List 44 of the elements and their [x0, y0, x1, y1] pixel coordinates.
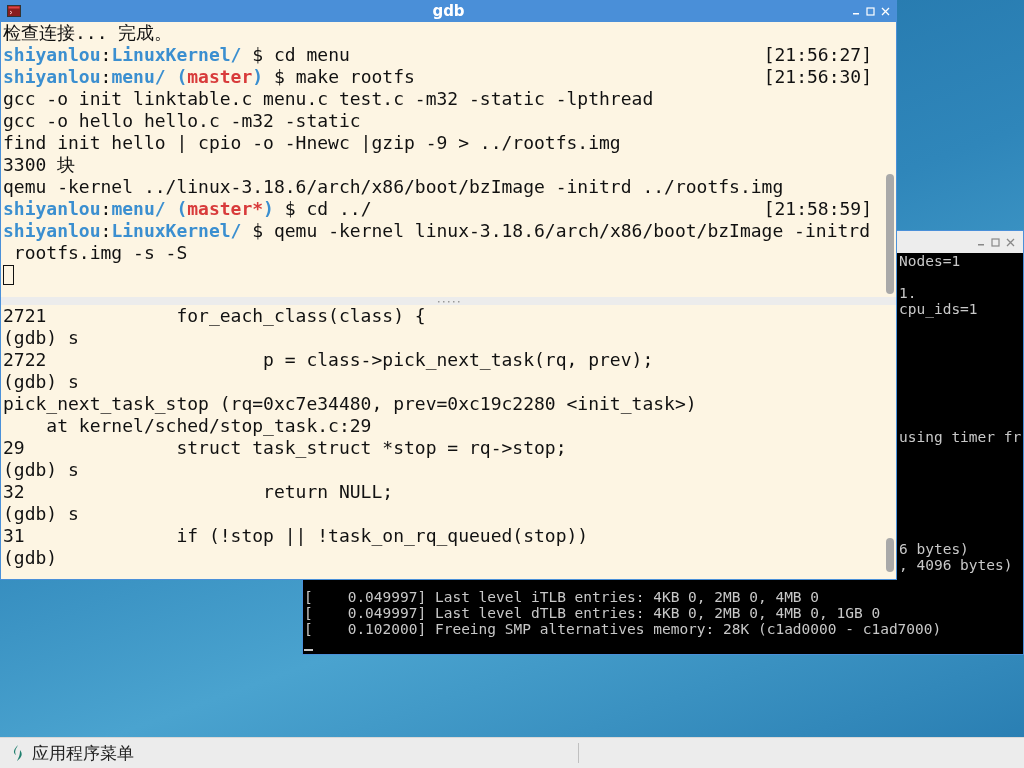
- terminal-line: 2722 p = class->pick_next_task(rq, prev);: [3, 349, 654, 371]
- scrollbar-thumb[interactable]: [886, 174, 894, 294]
- terminal-line: 2721 for_each_class(class) {: [3, 305, 426, 327]
- maximize-icon[interactable]: [991, 237, 1000, 247]
- terminal-line: (gdb) s: [3, 503, 79, 525]
- console-line: [ 0.049997] Last level iTLB entries: 4KB 0, 2MB 0, 4MB 0: [304, 589, 820, 605]
- terminal-line: (gdb) s: [3, 459, 79, 481]
- timestamp: [21:58:59]: [763, 198, 872, 220]
- terminal-line: 29 struct task_struct *stop = rq->stop;: [3, 437, 567, 459]
- console-line: 1.: [899, 285, 917, 301]
- leaf-icon: [12, 744, 24, 762]
- terminal-line: rootfs.img -s -S: [12, 242, 188, 264]
- terminal-line: gcc -o init linktable.c menu.c test.c -m32 -static -lpthread: [3, 88, 654, 110]
- window-title: gdb: [432, 2, 465, 20]
- close-icon[interactable]: [1006, 237, 1015, 247]
- console-line: 6 bytes): [899, 541, 969, 557]
- terminal-line: (gdb) s: [3, 327, 79, 349]
- console-line: [ 0.102000] Freeing SMP alternatives memory: 28K (c1ad0000 - c1ad7000): [304, 621, 942, 637]
- terminal-line: 3300 块: [3, 154, 76, 176]
- console-line: using timer fr: [899, 429, 1022, 445]
- terminal-icon: [7, 5, 21, 17]
- prompt-line: shiyanlou:menu/ (master*) $ cd ../: [3, 198, 372, 220]
- console-line: [ 0.049997] Last level dTLB entries: 4KB 0, 2MB 0, 4MB 0, 1GB 0: [304, 605, 881, 621]
- console-line: cpu_ids=1: [899, 301, 978, 317]
- terminal-line: 检查连接... 完成。: [3, 22, 173, 44]
- terminal-line: 31 if (!stop || !task_on_rq_queued(stop)): [3, 525, 589, 547]
- console-line: , 4096 bytes): [899, 557, 1013, 573]
- cursor-icon: [3, 265, 14, 285]
- scrollbar-thumb[interactable]: [886, 538, 894, 572]
- terminal-line: pick_next_task_stop (rq=0xc7e34480, prev=0xc19c2280 <init_task>): [3, 393, 697, 415]
- terminal-line: find init hello | cpio -o -Hnewc |gzip -9 > ../rootfs.img: [3, 132, 621, 154]
- prompt-line: shiyanlou:menu/ (master) $ make rootfs: [3, 66, 415, 88]
- console-line: Nodes=1: [899, 253, 961, 269]
- terminal-line: gcc -o hello hello.c -m32 -static: [3, 110, 361, 132]
- terminal-line: (gdb): [3, 547, 58, 569]
- terminal-line: at kernel/sched/stop_task.c:29: [45, 415, 372, 437]
- timestamp: [21:56:27]: [763, 44, 872, 66]
- cursor-icon: [304, 649, 313, 651]
- terminal-line: qemu -kernel ../linux-3.18.6/arch/x86/boot/bzImage -initrd ../rootfs.img: [3, 176, 784, 198]
- prompt-line: shiyanlou:LinuxKernel/ $ cd menu: [3, 44, 350, 66]
- terminal-line: 32 return NULL;: [3, 481, 394, 503]
- terminal-line: (gdb) s: [3, 371, 79, 393]
- timestamp: [21:56:30]: [763, 66, 872, 88]
- prompt-line: shiyanlou:LinuxKernel/ $ qemu -kernel linux-3.18.6/arch/x86/boot/bzImage -initrd: [3, 220, 870, 242]
